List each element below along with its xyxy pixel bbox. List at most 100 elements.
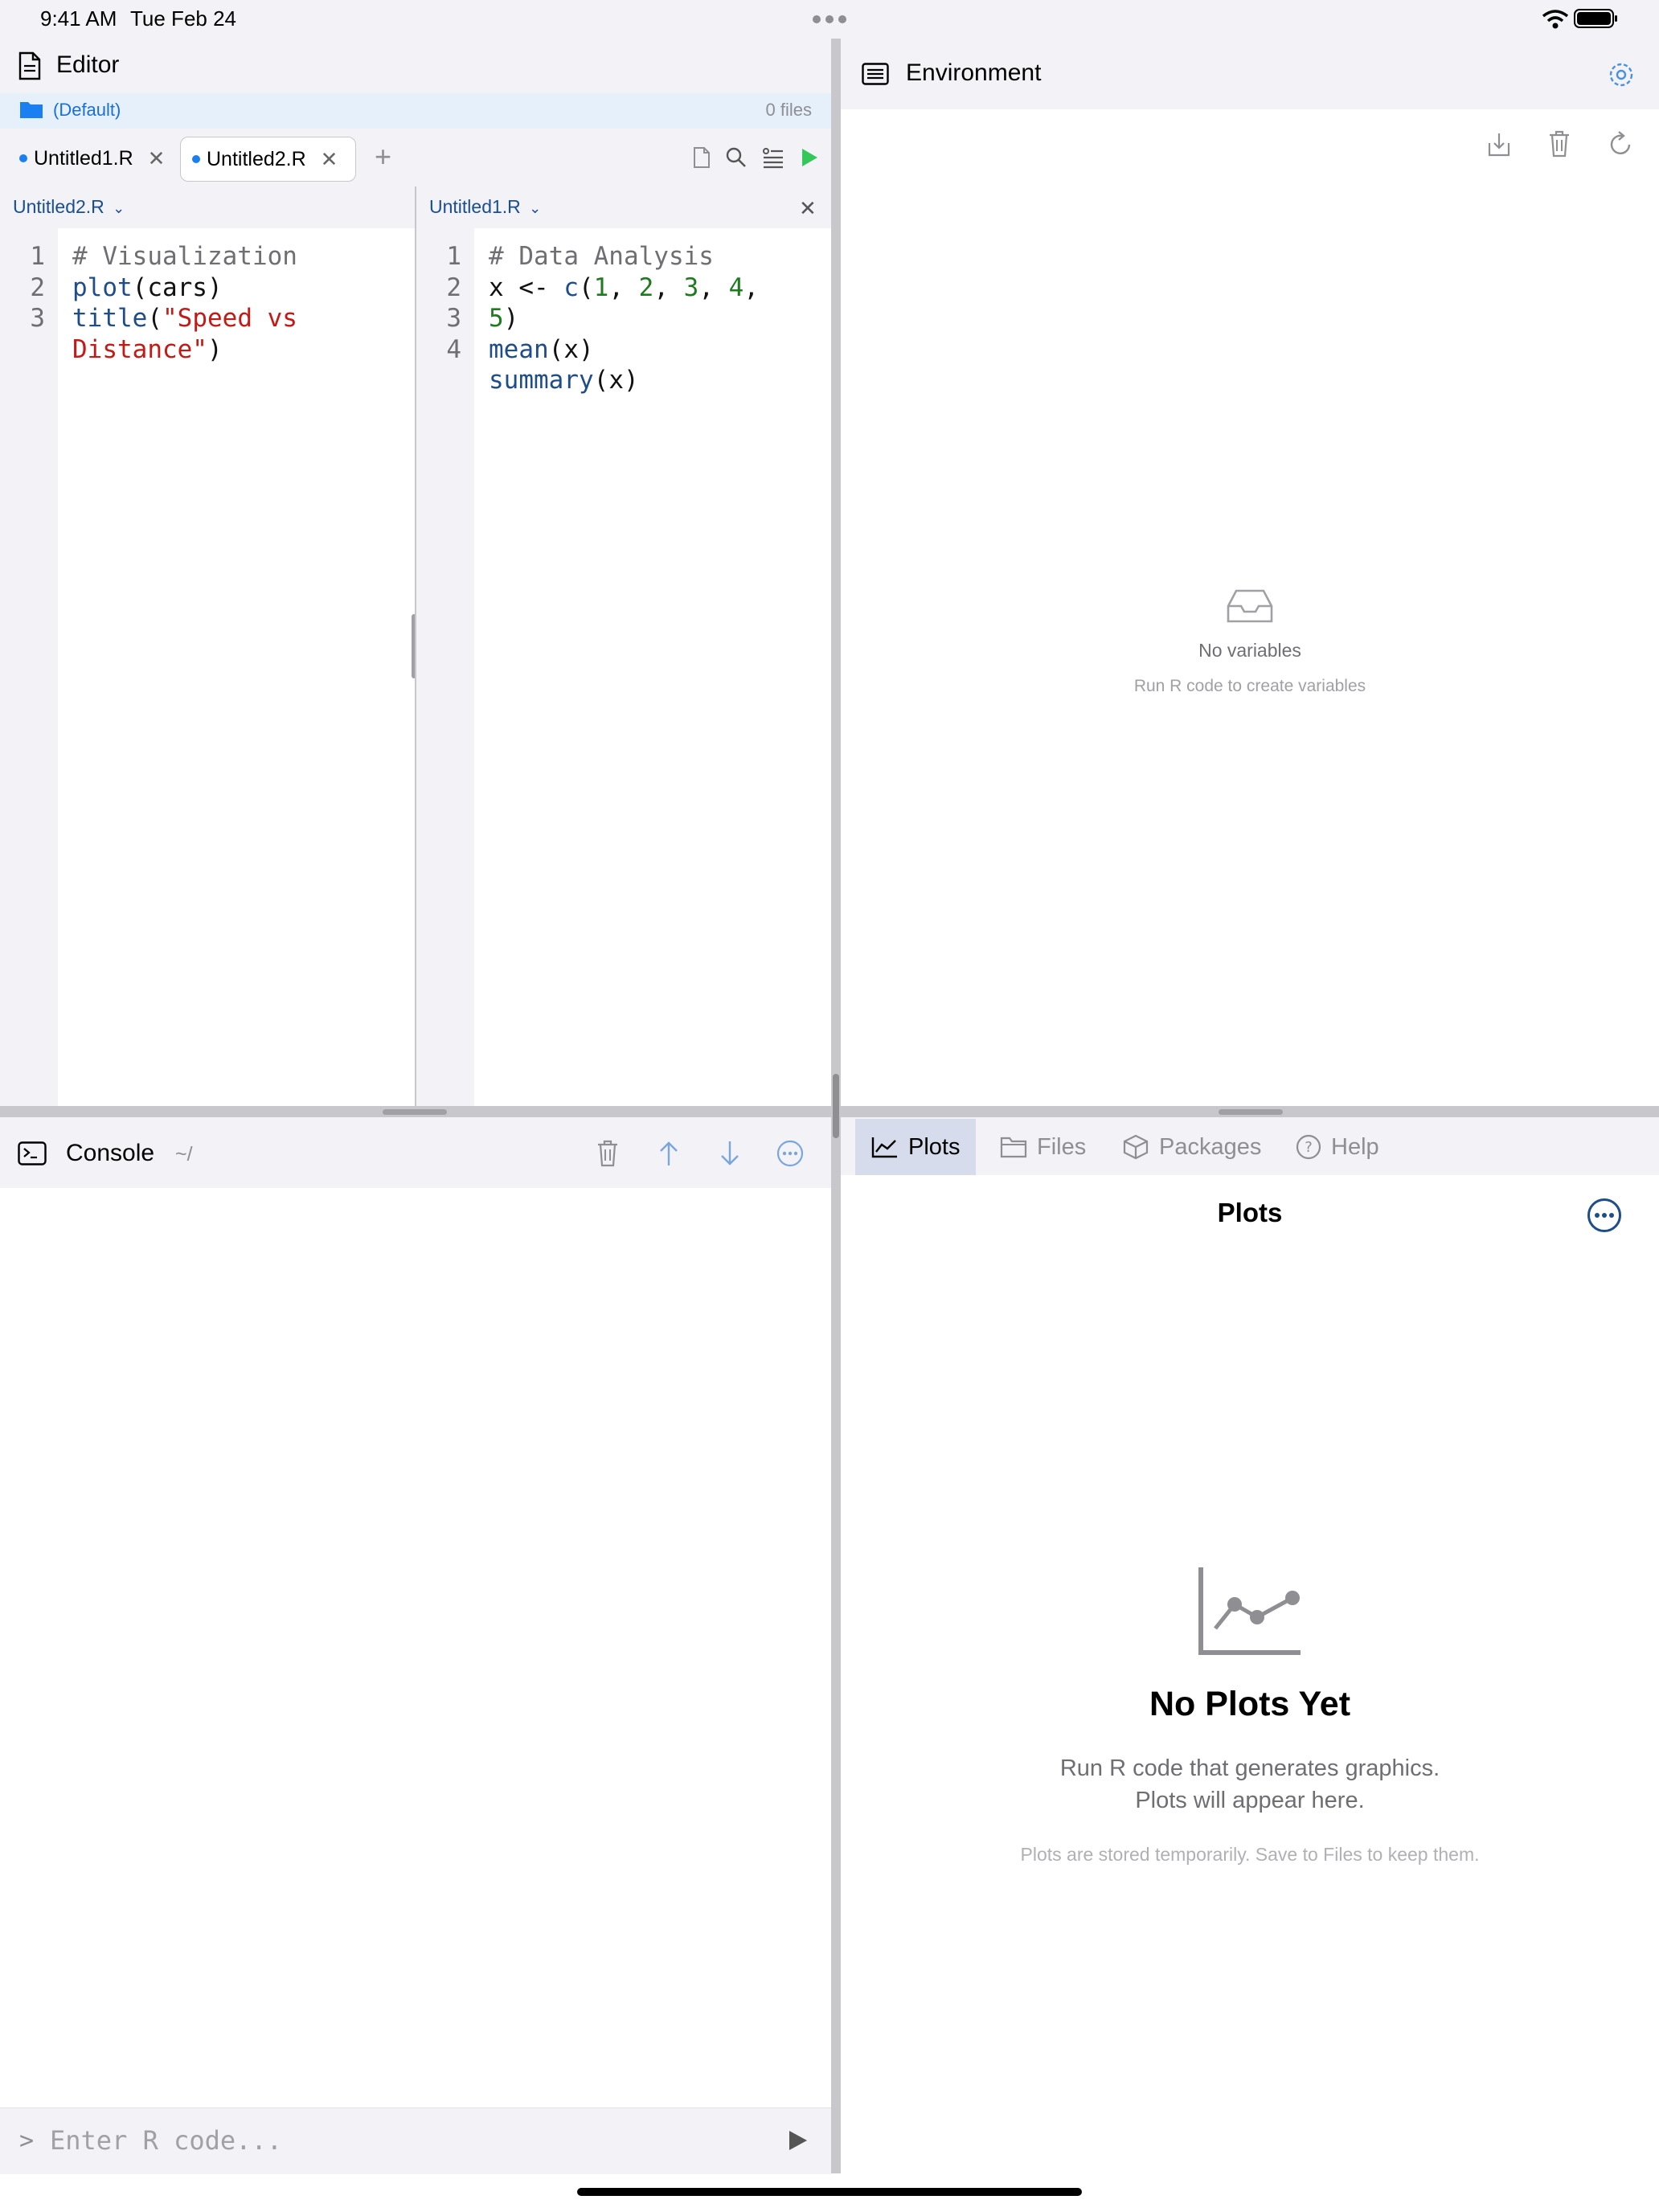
arrow-down-icon[interactable] <box>719 1140 741 1167</box>
console-input[interactable] <box>48 2119 759 2162</box>
console-path: ~/ <box>175 1143 193 1165</box>
unsaved-dot <box>192 155 200 163</box>
code-content[interactable]: # Data Analysis x <- c(1, 2, 3, 4, 5) mean(… <box>489 241 759 396</box>
folder-icon <box>1000 1137 1027 1158</box>
code-token: , <box>608 272 639 302</box>
console-title: Console <box>66 1140 155 1166</box>
code-token: # Visualization <box>72 242 297 271</box>
code-token: , <box>698 272 729 302</box>
status-time: 9:41 AM <box>40 6 117 31</box>
search-icon[interactable] <box>725 146 748 169</box>
code-line: summary(x) <box>489 365 759 396</box>
code-token: 4 <box>728 272 744 302</box>
line-number: 2 <box>446 272 461 302</box>
no-plots-title: No Plots Yet <box>1149 1685 1351 1723</box>
line-numbers: 1234 <box>416 241 461 365</box>
console-prompt: > <box>19 2127 35 2155</box>
code-token: ) <box>503 304 519 333</box>
vertical-splitter-grip[interactable] <box>833 1074 839 1138</box>
left-splitter-grip[interactable] <box>383 1109 447 1115</box>
code-token: (cars) <box>132 272 223 302</box>
tab-files[interactable]: Files <box>1000 1119 1086 1175</box>
tab-label: Help <box>1331 1133 1379 1160</box>
line-number: 3 <box>446 304 461 333</box>
pane-file-name: Untitled1.R <box>429 196 521 217</box>
line-number: 3 <box>30 304 45 333</box>
close-pane-icon[interactable]: ✕ <box>799 196 817 221</box>
import-icon[interactable] <box>1487 132 1511 158</box>
code-token: ( <box>147 304 162 333</box>
no-variables-title: No variables <box>1198 640 1301 661</box>
console-output[interactable] <box>0 1188 831 2108</box>
code-line: # Data Analysis <box>489 241 759 272</box>
code-token: title <box>72 304 148 333</box>
no-plots-subtitle-2: Plots will appear here. <box>1135 1788 1365 1813</box>
code-line: plot(cars) <box>72 272 297 304</box>
line-gutter <box>0 228 58 1106</box>
code-line: title("Speed vs <box>72 303 297 334</box>
line-number: 1 <box>446 242 461 271</box>
tab-untitled1[interactable]: Untitled1.R ✕ <box>11 137 174 180</box>
multitasking-dots-icon[interactable] <box>812 14 847 24</box>
pane-file-name: Untitled2.R <box>13 196 104 217</box>
terminal-icon <box>18 1141 47 1165</box>
trash-icon[interactable] <box>596 1140 619 1167</box>
tab-label: Untitled2.R <box>207 147 306 170</box>
right-splitter-grip[interactable] <box>1219 1109 1283 1115</box>
more-icon[interactable] <box>1587 1198 1622 1233</box>
project-file-count: 0 files <box>765 100 812 120</box>
chevron-down-icon: ⌄ <box>113 200 125 216</box>
pane-file-selector[interactable]: Untitled2.R ⌄ <box>13 196 125 218</box>
tab-untitled2[interactable]: Untitled2.R ✕ <box>180 137 357 182</box>
tab-help[interactable]: ? Help <box>1296 1119 1379 1175</box>
code-line: Distance") <box>72 334 297 366</box>
line-number: 1 <box>30 242 45 271</box>
project-bar[interactable] <box>0 93 831 129</box>
code-token: (x) <box>548 334 594 364</box>
close-tab-icon[interactable]: ✕ <box>321 147 338 172</box>
tab-label: Plots <box>908 1133 961 1160</box>
code-token: summary <box>489 366 594 395</box>
add-tab-button[interactable]: + <box>375 140 391 174</box>
refresh-icon[interactable] <box>1608 130 1633 158</box>
chart-icon <box>871 1137 897 1158</box>
code-token: plot <box>72 272 133 302</box>
tab-label: Packages <box>1159 1133 1262 1160</box>
code-token: "Speed vs <box>162 304 297 333</box>
run-icon[interactable] <box>799 146 820 169</box>
tab-label: Files <box>1037 1133 1087 1160</box>
plots-heading: Plots <box>1217 1198 1283 1227</box>
more-icon[interactable] <box>776 1140 804 1167</box>
no-plots-subtitle: Run R code that generates graphics. <box>1059 1755 1440 1781</box>
close-tab-icon[interactable]: ✕ <box>148 146 166 171</box>
tab-plots[interactable]: Plots <box>855 1119 977 1175</box>
code-token: ( <box>579 272 594 302</box>
trash-icon[interactable] <box>1548 130 1571 158</box>
chevron-down-icon: ⌄ <box>529 200 542 216</box>
line-number: 4 <box>446 334 461 364</box>
environment-title: Environment <box>906 59 1042 86</box>
code-token: 5 <box>489 304 504 333</box>
project-name[interactable]: (Default) <box>53 100 121 121</box>
line-number: 2 <box>30 272 45 302</box>
inbox-icon <box>1227 588 1273 624</box>
line-numbers: 123 <box>0 241 45 334</box>
send-icon[interactable] <box>786 2128 809 2153</box>
code-token: 3 <box>683 272 699 302</box>
code-token: Distance" <box>72 334 207 364</box>
settings-icon[interactable] <box>1608 61 1635 88</box>
no-variables-hint: Run R code to create variables <box>1133 677 1366 695</box>
code-token: 1 <box>593 272 609 302</box>
code-content[interactable]: # Visualization plot(cars) title("Speed vs… <box>72 241 297 365</box>
code-token: 2 <box>638 272 654 302</box>
env-list-icon <box>862 63 889 85</box>
outline-icon[interactable] <box>762 146 784 169</box>
file-icon[interactable] <box>693 146 711 169</box>
svg-text:?: ? <box>1305 1139 1313 1156</box>
tab-packages[interactable]: Packages <box>1122 1119 1261 1175</box>
document-icon <box>18 51 42 80</box>
code-line: x <- c(1, 2, 3, 4, <box>489 272 759 304</box>
pane-file-selector[interactable]: Untitled1.R ⌄ <box>429 196 541 218</box>
tab-label: Untitled1.R <box>34 146 133 170</box>
arrow-up-icon[interactable] <box>657 1140 680 1167</box>
